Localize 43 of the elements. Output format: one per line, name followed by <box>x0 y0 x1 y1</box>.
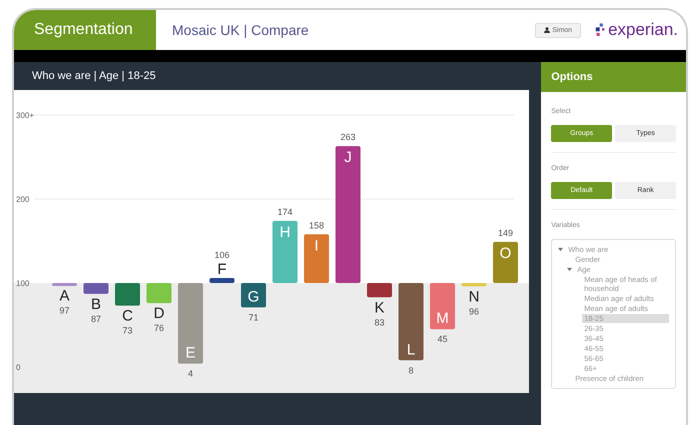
person-icon <box>544 27 550 33</box>
bar-value-label: 8 <box>408 365 414 376</box>
bar-value-label: 87 <box>91 314 101 324</box>
page-title: Mosaic UK | Compare <box>172 22 310 38</box>
bar-value-label: 71 <box>248 312 258 322</box>
bar-value-label: 97 <box>60 306 70 316</box>
bar-letter: D <box>154 305 164 322</box>
bar-letter: G <box>248 288 260 306</box>
axis-tick-label: 300+ <box>16 111 34 120</box>
bar-letter: H <box>280 224 290 241</box>
bar-value-label: 174 <box>277 206 293 217</box>
bar-letter: E <box>186 344 196 362</box>
axis-tick-label: 100 <box>16 279 30 288</box>
bar-value-label: 4 <box>188 368 193 379</box>
bar-letter: F <box>217 260 227 278</box>
caret-icon[interactable] <box>558 247 564 252</box>
bar-letter: J <box>344 149 352 166</box>
bar-letter: O <box>500 244 512 262</box>
bar-letter: A <box>60 288 70 305</box>
bar-value-label: 83 <box>374 317 384 328</box>
bar-letter: C <box>122 308 133 325</box>
bar-value-label: 149 <box>498 228 514 238</box>
axis-tick-label: 0 <box>16 363 20 372</box>
logo-text: experian. <box>608 20 678 40</box>
chart-title: Who we are | Age | 18-25 <box>31 70 157 84</box>
bar-letter: L <box>406 341 416 358</box>
axis-tick-label: 200 <box>16 195 30 204</box>
logo-dots-icon <box>595 22 606 38</box>
bar-value-label: 158 <box>308 220 324 230</box>
bar-letter: K <box>374 299 384 316</box>
bar-value-label: 73 <box>122 326 132 336</box>
bar-letter: B <box>91 296 101 313</box>
options-title: Options <box>541 62 686 92</box>
bar-letter: M <box>436 310 449 328</box>
caret-icon[interactable] <box>567 267 572 272</box>
bar-letter: I <box>314 237 319 254</box>
bar-value-label: 76 <box>154 323 164 334</box>
bar-letter: N <box>468 288 480 306</box>
bar-value-label: 96 <box>469 306 479 316</box>
bar-value-label: 106 <box>214 250 230 260</box>
section-title: Segmentation <box>14 10 156 50</box>
bar-value-label: 45 <box>438 334 448 344</box>
bar-value-label: 263 <box>340 132 356 142</box>
